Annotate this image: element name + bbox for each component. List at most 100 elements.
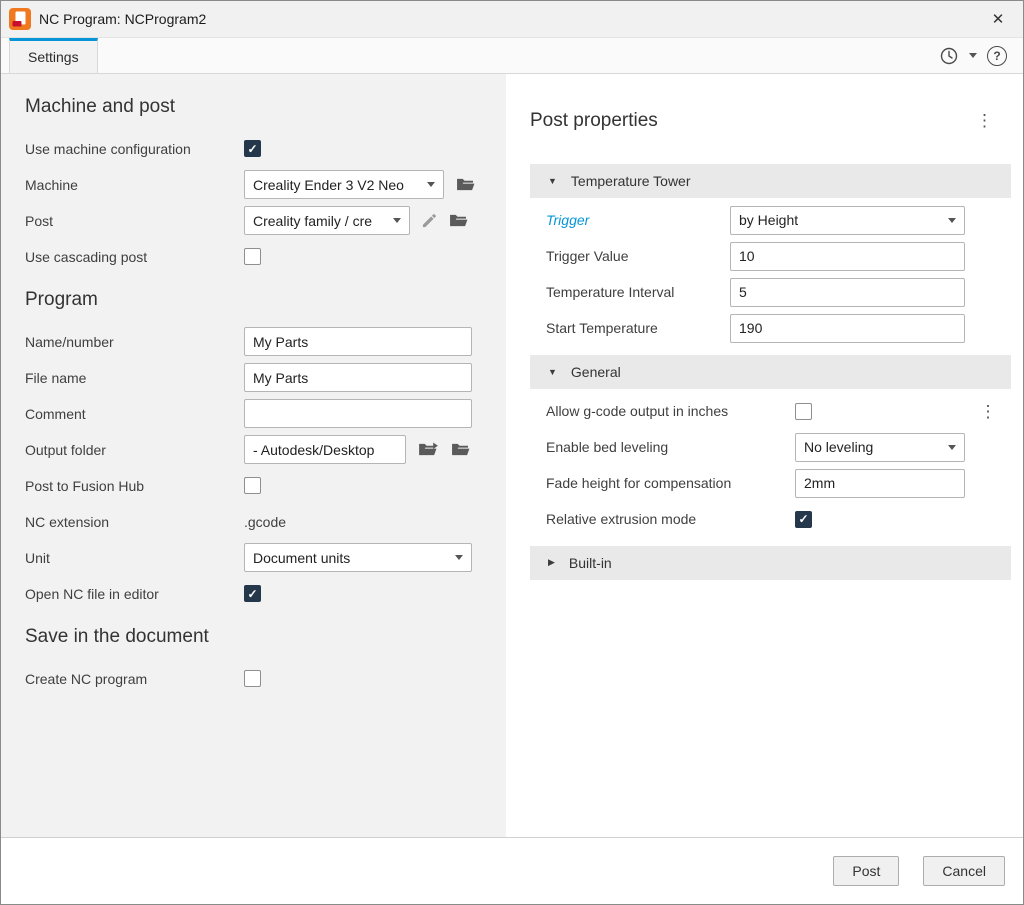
relative-extrusion-checkbox[interactable]: ✓ xyxy=(795,511,812,528)
post-button[interactable]: Post xyxy=(833,856,899,886)
tab-settings-label: Settings xyxy=(28,49,79,65)
tab-settings[interactable]: Settings xyxy=(9,38,98,73)
comment-row: Comment xyxy=(25,399,496,428)
triangle-expanded-icon: ▼ xyxy=(548,176,557,186)
post-properties-header: Post properties ⋮ xyxy=(530,94,1011,148)
cancel-button[interactable]: Cancel xyxy=(923,856,1005,886)
bed-leveling-select-value: No leveling xyxy=(804,439,873,455)
bed-leveling-label: Enable bed leveling xyxy=(546,439,795,455)
fade-height-input[interactable] xyxy=(795,469,965,498)
close-icon[interactable]: ✕ xyxy=(983,4,1013,34)
nc-extension-label: NC extension xyxy=(25,514,244,530)
file-name-input[interactable] xyxy=(244,363,472,392)
start-temperature-input[interactable] xyxy=(730,314,965,343)
general-title: General xyxy=(571,364,621,380)
section-general[interactable]: ▼ General xyxy=(530,355,1011,389)
temperature-tower-rows: Trigger by Height Trigger Value Temperat… xyxy=(530,206,1011,343)
right-pane: Post properties ⋮ ▼ Temperature Tower Tr… xyxy=(506,74,1023,837)
use-cascading-post-row: Use cascading post ✓ xyxy=(25,242,496,271)
use-machine-configuration-row: Use machine configuration ✓ xyxy=(25,134,496,163)
trigger-value-row: Trigger Value xyxy=(530,242,1011,271)
save-in-document-heading: Save in the document xyxy=(25,626,496,648)
edit-post-pencil-icon[interactable] xyxy=(422,213,437,228)
open-nc-file-label: Open NC file in editor xyxy=(25,586,244,602)
history-clock-icon[interactable] xyxy=(939,46,959,66)
open-output-folder-icon[interactable] xyxy=(418,442,439,457)
use-machine-configuration-label: Use machine configuration xyxy=(25,141,244,157)
use-cascading-post-checkbox[interactable]: ✓ xyxy=(244,248,261,265)
window-title: NC Program: NCProgram2 xyxy=(39,11,206,27)
tab-actions: ? xyxy=(939,38,1023,73)
machine-and-post-heading: Machine and post xyxy=(25,96,496,118)
machine-select[interactable]: Creality Ender 3 V2 Neo xyxy=(244,170,444,199)
post-process-app-icon xyxy=(9,8,31,30)
file-name-label: File name xyxy=(25,370,244,386)
browse-folder-icon[interactable] xyxy=(451,442,470,457)
dialog-footer: Post Cancel xyxy=(1,837,1023,904)
post-select[interactable]: Creality family / cre xyxy=(244,206,410,235)
section-built-in[interactable]: ▶ Built-in xyxy=(530,546,1011,580)
trigger-select[interactable]: by Height xyxy=(730,206,965,235)
use-machine-configuration-checkbox[interactable]: ✓ xyxy=(244,140,261,157)
post-properties-heading: Post properties xyxy=(530,110,658,132)
comment-input[interactable] xyxy=(244,399,472,428)
triangle-collapsed-icon: ▶ xyxy=(548,557,555,568)
post-row: Post Creality family / cre xyxy=(25,206,496,235)
chevron-down-icon xyxy=(948,218,956,223)
unit-select[interactable]: Document units xyxy=(244,543,472,572)
chevron-down-icon xyxy=(427,182,435,187)
check-icon: ✓ xyxy=(247,588,257,600)
output-folder-row: Output folder xyxy=(25,435,496,464)
bed-leveling-select[interactable]: No leveling xyxy=(795,433,965,462)
use-cascading-post-label: Use cascading post xyxy=(25,249,244,265)
unit-label: Unit xyxy=(25,550,244,566)
post-to-fusion-hub-checkbox[interactable]: ✓ xyxy=(244,477,261,494)
open-nc-file-row: Open NC file in editor ✓ xyxy=(25,579,496,608)
nc-extension-row: NC extension .gcode xyxy=(25,507,496,536)
chevron-down-icon xyxy=(948,445,956,450)
inches-kebab-menu-icon[interactable]: ⋮ xyxy=(976,403,1001,420)
temperature-interval-row: Temperature Interval xyxy=(530,278,1011,307)
help-icon[interactable]: ? xyxy=(987,46,1007,66)
name-number-row: Name/number xyxy=(25,327,496,356)
nc-extension-value: .gcode xyxy=(244,514,286,530)
name-number-input[interactable] xyxy=(244,327,472,356)
temperature-tower-title: Temperature Tower xyxy=(571,173,691,189)
inches-label: Allow g-code output in inches xyxy=(546,403,795,419)
general-rows: Allow g-code output in inches ✓ ⋮ Enable… xyxy=(530,397,1011,534)
tab-bar: Settings ? xyxy=(1,38,1023,74)
trigger-label: Trigger xyxy=(546,212,730,228)
file-name-row: File name xyxy=(25,363,496,392)
triangle-expanded-icon: ▼ xyxy=(548,367,557,377)
output-folder-label: Output folder xyxy=(25,442,244,458)
machine-select-value: Creality Ender 3 V2 Neo xyxy=(253,177,404,193)
chevron-down-icon xyxy=(393,218,401,223)
title-bar: NC Program: NCProgram2 ✕ xyxy=(1,1,1023,38)
built-in-title: Built-in xyxy=(569,555,612,571)
create-nc-program-label: Create NC program xyxy=(25,671,244,687)
post-folder-open-icon[interactable] xyxy=(449,213,468,228)
trigger-value-label: Trigger Value xyxy=(546,248,730,264)
inches-checkbox[interactable]: ✓ xyxy=(795,403,812,420)
post-to-fusion-hub-row: Post to Fusion Hub ✓ xyxy=(25,471,496,500)
post-properties-kebab-menu-icon[interactable]: ⋮ xyxy=(972,112,997,129)
section-temperature-tower[interactable]: ▼ Temperature Tower xyxy=(530,164,1011,198)
trigger-row: Trigger by Height xyxy=(530,206,1011,235)
dialog-content: Machine and post Use machine configurati… xyxy=(1,74,1023,837)
temperature-interval-input[interactable] xyxy=(730,278,965,307)
open-nc-file-checkbox[interactable]: ✓ xyxy=(244,585,261,602)
output-folder-input[interactable] xyxy=(244,435,406,464)
post-select-value: Creality family / cre xyxy=(253,213,372,229)
bed-leveling-row: Enable bed leveling No leveling xyxy=(530,433,1011,462)
create-nc-program-checkbox[interactable]: ✓ xyxy=(244,670,261,687)
machine-folder-open-icon[interactable] xyxy=(456,177,475,192)
trigger-select-value: by Height xyxy=(739,212,798,228)
start-temperature-label: Start Temperature xyxy=(546,320,730,336)
machine-row: Machine Creality Ender 3 V2 Neo xyxy=(25,170,496,199)
chevron-down-icon[interactable] xyxy=(969,53,977,58)
nc-program-dialog: NC Program: NCProgram2 ✕ Settings ? Mach… xyxy=(0,0,1024,905)
inches-row: Allow g-code output in inches ✓ ⋮ xyxy=(530,397,1011,426)
fade-height-row: Fade height for compensation xyxy=(530,469,1011,498)
trigger-value-input[interactable] xyxy=(730,242,965,271)
program-heading: Program xyxy=(25,289,496,311)
